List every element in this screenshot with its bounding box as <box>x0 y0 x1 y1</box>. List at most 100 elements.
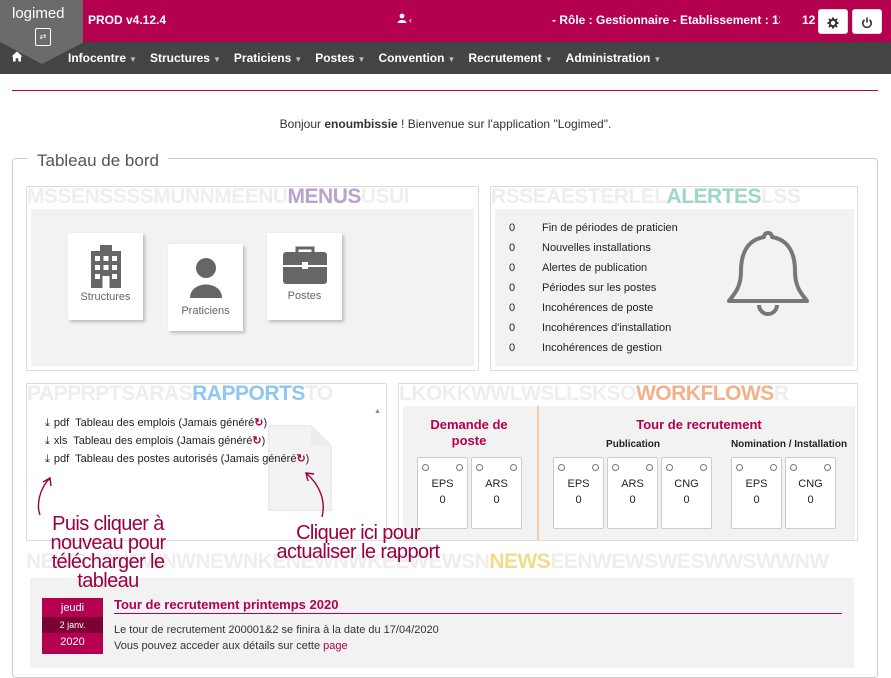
report-format: xls <box>53 435 68 447</box>
workflow-box[interactable]: CNG 0 <box>785 457 836 529</box>
wm-suffix: EENWEWSWESWWSWWNW <box>550 550 829 572</box>
box-label: ARS <box>485 478 508 490</box>
nav-item-postes[interactable]: Postes ▼ <box>315 51 365 65</box>
notification-count[interactable]: 12 <box>802 13 815 27</box>
box-label: CNG <box>674 478 699 490</box>
nomination-label: Nomination / Installation <box>730 439 848 450</box>
download-icon[interactable]: ⤓ <box>45 453 50 465</box>
box-value: 0 <box>683 494 690 506</box>
alert-count: 0 <box>509 242 516 254</box>
user-suffix: ‹ <box>409 15 412 25</box>
tile-praticiens[interactable]: Praticiens <box>168 244 243 331</box>
wm-suffix: R <box>773 382 789 404</box>
report-close: ) <box>261 435 266 447</box>
menus-body: Structures Praticiens Postes <box>31 209 474 366</box>
alertes-watermark: RSSEAESTERLELALERTESLSS <box>491 185 857 207</box>
rapports-watermark: PAPPRPTSARASRAPPORTSTO <box>27 382 386 404</box>
alertes-body: 0 Fin de périodes de praticien 0 Nouvelles… <box>495 209 854 366</box>
caret-down-icon: ▼ <box>294 55 303 64</box>
nav-label: Administration <box>565 51 651 65</box>
annotation-arrow-right <box>305 472 324 518</box>
workflow-box[interactable]: ARS 0 <box>607 457 658 529</box>
dashboard-title: Tableau de bord <box>28 151 168 171</box>
role-text: - Rôle : Gestionnaire - Etablissement : … <box>552 13 780 27</box>
app-version: PROD v4.12.4 <box>88 13 167 27</box>
logout-button[interactable] <box>852 9 882 34</box>
news-line-1: Le tour de recrutement 200001&2 se finir… <box>114 624 439 636</box>
nav-label: Structures <box>149 51 210 65</box>
briefcase-icon <box>282 246 327 284</box>
caret-down-icon: ▼ <box>653 55 662 64</box>
alert-count: 0 <box>509 302 516 314</box>
workflow-box[interactable]: EPS 0 <box>731 457 782 529</box>
report-item[interactable]: ⤓ xls Tableau des emplois (Jamais généré↻… <box>45 434 265 448</box>
download-icon[interactable]: ⤓ <box>45 417 50 429</box>
alert-item[interactable]: 0 Incohérences de gestion <box>509 342 662 354</box>
alert-item[interactable]: 0 Périodes sur les postes <box>509 282 656 294</box>
box-value: 0 <box>575 494 582 506</box>
tile-structures[interactable]: Structures <box>68 233 143 320</box>
news-title[interactable]: Tour de recrutement printemps 2020 <box>114 597 338 612</box>
alert-item[interactable]: 0 Fin de périodes de praticien <box>509 222 678 234</box>
report-label: Tableau des emplois (Jamais généré <box>75 417 255 429</box>
wm-suffix: LSS <box>761 185 801 207</box>
welcome-message: Bonjour enoumbissie ! Bienvenue sur l'ap… <box>0 117 891 131</box>
refresh-icon[interactable]: ↻ <box>296 453 305 465</box>
workflow-divider <box>537 406 539 540</box>
wm-prefix: LKOKKWWLWSLLSKSO <box>399 382 636 404</box>
refresh-icon[interactable]: ↻ <box>252 435 261 447</box>
news-date-badge: jeudi 2 janv. 2020 <box>42 598 103 654</box>
nav-label: Recrutement <box>468 51 542 65</box>
workflow-box[interactable]: ARS 0 <box>471 457 522 529</box>
news-page-link[interactable]: page <box>323 640 347 652</box>
news-day: jeudi <box>60 602 85 614</box>
news-daymonth: 2 janv. <box>42 617 103 633</box>
alert-item[interactable]: 0 Nouvelles installations <box>509 242 651 254</box>
nav-item-structures[interactable]: Structures ▼ <box>150 51 221 65</box>
welcome-suffix: ! Bienvenue sur l'application "Logimed". <box>397 117 612 131</box>
news-divider <box>114 613 842 614</box>
nav-item-recrutement[interactable]: Recrutement ▼ <box>468 51 552 65</box>
tile-postes[interactable]: Postes <box>267 233 342 320</box>
nav-item-praticiens[interactable]: Praticiens ▼ <box>234 51 302 65</box>
alert-item[interactable]: 0 Incohérences d'installation <box>509 322 671 334</box>
alert-label: Fin de périodes de praticien <box>542 222 678 234</box>
scroll-up-icon[interactable]: ▲ <box>374 408 381 415</box>
report-close: ) <box>263 417 268 429</box>
logo-text: logimed <box>12 5 65 22</box>
welcome-username: enoumbissie <box>324 117 398 131</box>
alert-item[interactable]: 0 Alertes de publication <box>509 262 647 274</box>
box-value: 0 <box>807 494 814 506</box>
rapports-heading: RAPPORTS <box>192 382 305 404</box>
download-icon[interactable]: ⤓ <box>45 435 50 447</box>
news-card <box>30 578 854 668</box>
gear-icon <box>827 17 839 29</box>
alert-label: Incohérences de poste <box>542 302 654 314</box>
box-label: ARS <box>621 478 644 490</box>
nav-item-convention[interactable]: Convention ▼ <box>378 51 455 65</box>
alert-count: 0 <box>509 342 516 354</box>
alert-label: Périodes sur les postes <box>542 282 657 294</box>
news-line-2-text: Vous pouvez acceder aux détails sur cett… <box>114 640 324 652</box>
workflow-box[interactable]: EPS 0 <box>417 457 468 529</box>
report-item[interactable]: ⤓ pdf Tableau des emplois (Jamais généré↻… <box>45 416 267 430</box>
alert-label: Incohérences d'installation <box>542 322 672 334</box>
report-item[interactable]: ⤓ pdf Tableau des postes autorisés (Jamai… <box>45 452 309 466</box>
welcome-prefix: Bonjour <box>279 117 325 131</box>
workflows-panel: LKOKKWWLWSLLSKSOWORKFLOWSR Demande de po… <box>398 382 858 541</box>
wm-suffix: USUI <box>360 185 410 207</box>
alert-label: Alertes de publication <box>542 262 648 274</box>
user-icon[interactable]: ‹ <box>397 13 412 26</box>
caret-down-icon: ▼ <box>447 55 456 64</box>
alert-count: 0 <box>509 322 516 334</box>
caret-down-icon: ▼ <box>129 55 137 64</box>
report-format: pdf <box>53 453 70 465</box>
nav-item-administration[interactable]: Administration ▼ <box>566 51 662 65</box>
nav-item-infocentre[interactable]: Infocentre ▼ <box>68 51 137 65</box>
workflows-watermark: LKOKKWWLWSLLSKSOWORKFLOWSR <box>399 382 857 404</box>
settings-button[interactable] <box>818 9 848 34</box>
alert-item[interactable]: 0 Incohérences de poste <box>509 302 653 314</box>
annotation-download: Puis cliquer à nouveau pour télécharger … <box>50 513 166 592</box>
workflow-box[interactable]: CNG 0 <box>661 457 712 529</box>
workflow-box[interactable]: EPS 0 <box>553 457 604 529</box>
